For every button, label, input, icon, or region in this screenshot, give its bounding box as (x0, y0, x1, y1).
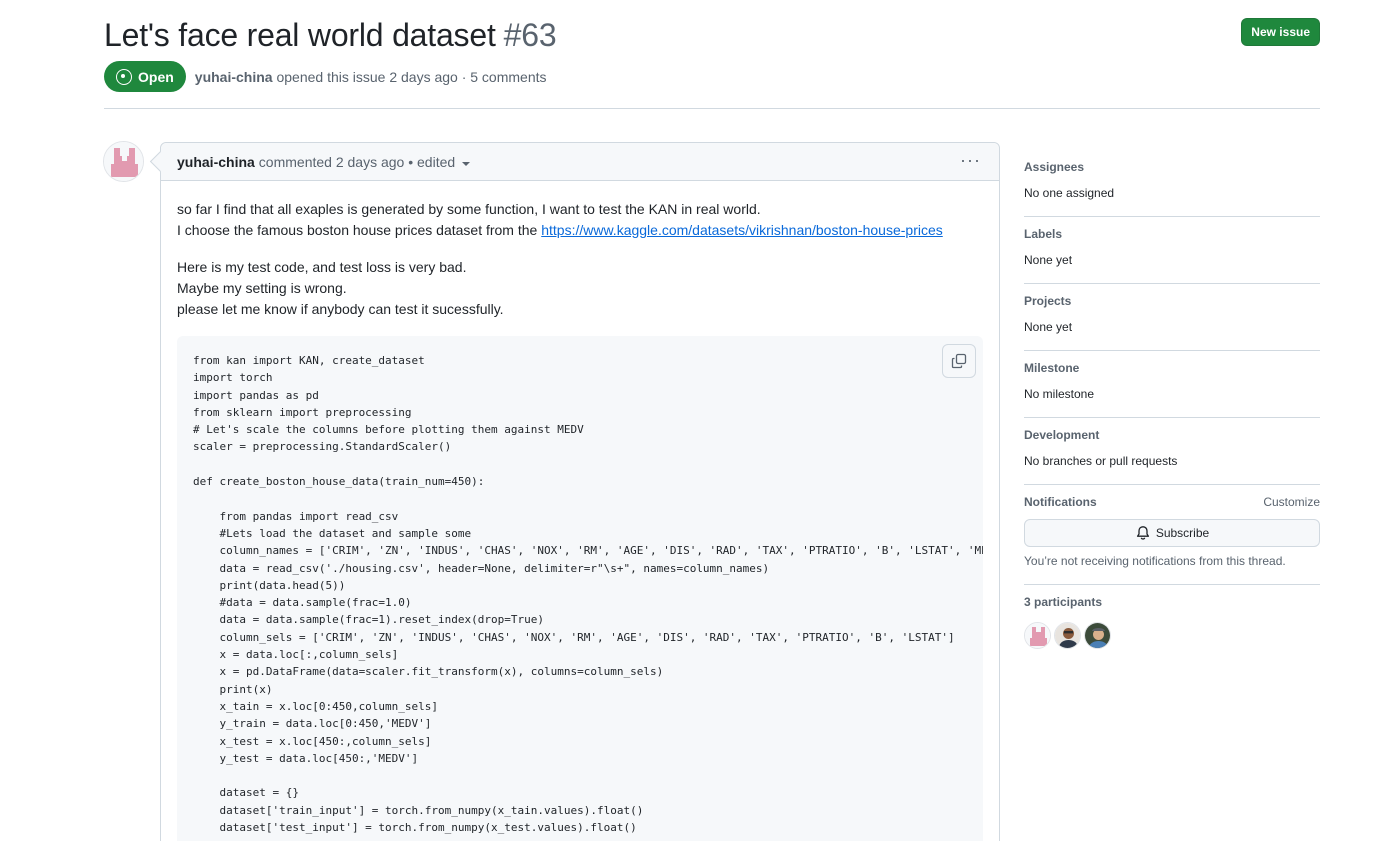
assignees-value: No one assigned (1024, 186, 1115, 200)
milestone-value: No milestone (1024, 387, 1095, 401)
notifications-title: Notifications Customize (1024, 495, 1320, 512)
issue-title-text: Let's face real world dataset (104, 17, 496, 53)
participant-avatar[interactable] (1054, 622, 1081, 649)
sidebar-section-title: Notifications (1024, 495, 1097, 509)
issue-sidebar: Assignees No one assigned Labels None ye… (1024, 150, 1320, 665)
issue-meta-text: yuhai-china opened this issue 2 days ago… (195, 69, 547, 85)
issue-author-link[interactable]: yuhai-china (195, 69, 273, 85)
milestone-title[interactable]: Milestone (1024, 361, 1320, 378)
comment-body: so far I find that all exaples is genera… (161, 181, 999, 841)
code-text: from kan import KAN, create_dataset impo… (193, 354, 983, 835)
sidebar-development: Development No branches or pull requests (1024, 418, 1320, 485)
assignees-title[interactable]: Assignees (1024, 160, 1320, 177)
kebab-menu-icon[interactable]: ··· (960, 151, 981, 169)
participants-list (1024, 622, 1320, 649)
comment-text-line: please let me know if anybody can test i… (177, 301, 504, 317)
user-photo-icon (1055, 623, 1080, 648)
copy-icon (951, 353, 967, 369)
issue-header: Let's face real world dataset #63 New iss… (104, 14, 1320, 92)
subscribe-label: Subscribe (1155, 526, 1210, 540)
bell-icon (1136, 526, 1149, 540)
comment-header: yuhai-china commented 2 days ago • edite… (161, 143, 999, 181)
issue-number: #63 (503, 17, 557, 53)
labels-value: None yet (1024, 253, 1073, 267)
dataset-link[interactable]: https://www.kaggle.com/datasets/vikrishn… (541, 222, 943, 238)
sidebar-section-title: Development (1024, 428, 1100, 442)
notifications-note: You’re not receiving notifications from … (1024, 554, 1286, 568)
projects-value: None yet (1024, 320, 1073, 334)
sidebar-section-title: Milestone (1024, 361, 1080, 375)
sidebar-milestone: Milestone No milestone (1024, 351, 1320, 418)
identicon-icon (1025, 623, 1050, 648)
sidebar-section-title: 3 participants (1024, 595, 1103, 609)
issue-opened-icon (116, 68, 132, 85)
identicon-icon (104, 142, 143, 181)
code-block: from kan import KAN, create_dataset impo… (177, 336, 983, 841)
projects-title[interactable]: Projects (1024, 294, 1320, 311)
sidebar-participants: 3 participants (1024, 585, 1320, 665)
subscribe-button[interactable]: Subscribe (1024, 519, 1320, 547)
new-issue-button[interactable]: New issue (1241, 18, 1320, 46)
sidebar-section-title: Assignees (1024, 160, 1085, 174)
participants-title: 3 participants (1024, 595, 1320, 612)
issue-meta-detail: opened this issue 2 days ago · 5 comment… (276, 68, 547, 85)
comment-paragraph-2: Here is my test code, and test loss is v… (177, 257, 983, 320)
development-value: No branches or pull requests (1024, 454, 1178, 468)
comment-text-line: Here is my test code, and test loss is v… (177, 259, 467, 275)
sidebar-section-title: Labels (1024, 227, 1063, 241)
header-divider (104, 108, 1320, 109)
issue-title: Let's face real world dataset #63 (104, 14, 557, 56)
customize-link[interactable]: Customize (1263, 495, 1320, 512)
participant-avatar[interactable] (1024, 622, 1051, 649)
status-label: Open (138, 68, 174, 85)
sidebar-labels: Labels None yet (1024, 217, 1320, 284)
copy-button[interactable] (942, 344, 976, 378)
comment-box: yuhai-china commented 2 days ago • edite… (160, 142, 1000, 841)
comment-author-link[interactable]: yuhai-china (177, 154, 255, 170)
comment-meta: commented 2 days ago • edited (258, 153, 456, 170)
comment-text-line: I choose the famous boston house prices … (177, 222, 542, 238)
sidebar-section-title: Projects (1024, 294, 1072, 308)
development-title[interactable]: Development (1024, 428, 1320, 445)
sidebar-notifications: Notifications Customize Subscribe You’re… (1024, 485, 1320, 585)
sidebar-assignees: Assignees No one assigned (1024, 150, 1320, 217)
comment-paragraph-1: so far I find that all exaples is genera… (177, 199, 983, 241)
issue-meta: Open yuhai-china opened this issue 2 day… (104, 61, 1320, 92)
sidebar-projects: Projects None yet (1024, 284, 1320, 351)
participant-avatar[interactable] (1084, 622, 1111, 649)
labels-title[interactable]: Labels (1024, 227, 1320, 244)
edited-dropdown-icon[interactable] (462, 161, 471, 166)
comment-text-line: so far I find that all exaples is genera… (177, 201, 761, 217)
status-badge: Open (104, 61, 186, 92)
avatar[interactable] (103, 141, 144, 182)
user-photo-icon (1085, 623, 1110, 648)
title-row: Let's face real world dataset #63 New iss… (104, 14, 1320, 56)
comment-text-line: Maybe my setting is wrong. (177, 280, 347, 296)
